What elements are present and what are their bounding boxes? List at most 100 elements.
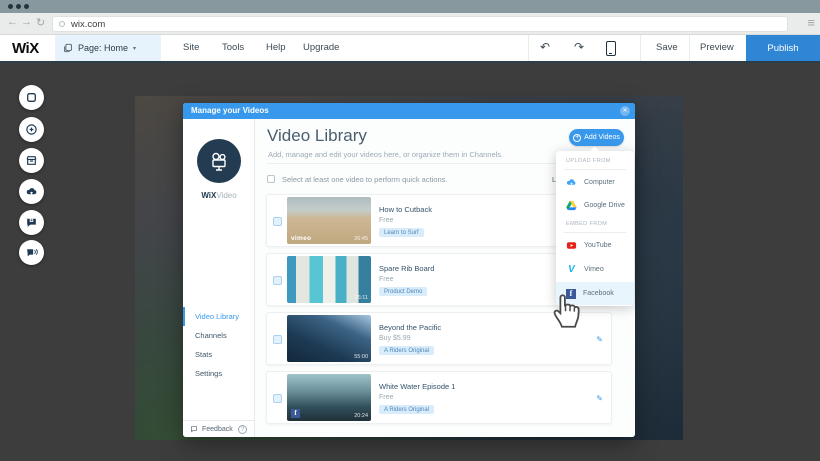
toolbar-separator (689, 35, 690, 61)
window-titlebar (0, 0, 820, 13)
video-badge: Product Demo (379, 287, 427, 296)
editor-toolbar: WiX Page: Home ▾ Site Tools Help Upgrade… (0, 35, 820, 63)
nav-channels[interactable]: Channels (183, 326, 255, 345)
back-icon[interactable]: ← (7, 16, 18, 28)
browser-toolbar: ← → ↻ wix.com ≡ (0, 13, 820, 35)
add-videos-label: Add Videos (584, 134, 620, 141)
upload-cloud-icon (25, 185, 38, 198)
youtube-icon (566, 240, 577, 251)
mobile-view-icon[interactable] (606, 41, 616, 56)
video-price: Buy $5.99 (379, 335, 411, 342)
add-videos-dropdown: UPLOAD FROM Computer Google Drive EMBED … (556, 151, 634, 306)
url-bar[interactable]: wix.com (52, 16, 788, 32)
upload-from-header: UPLOAD FROM (566, 158, 611, 164)
page-title: Video Library (267, 126, 367, 146)
video-thumbnail[interactable]: vimeo 26:45 (287, 197, 371, 244)
add-videos-button[interactable]: + Add Videos (569, 129, 624, 146)
help-icon[interactable]: ? (238, 425, 247, 434)
menu-upgrade[interactable]: Upgrade (303, 42, 339, 53)
google-drive-icon (566, 200, 577, 211)
select-all-checkbox[interactable] (267, 175, 275, 183)
pointer-cursor (549, 287, 585, 329)
video-price: Free (379, 394, 393, 401)
video-checkbox[interactable] (273, 217, 282, 226)
video-duration: 55:00 (354, 354, 368, 360)
video-badge: A Riders Original (379, 346, 434, 355)
dropdown-item-computer[interactable]: Computer (556, 171, 634, 194)
menu-site[interactable]: Site (183, 42, 199, 53)
video-title: Beyond the Pacific (379, 323, 441, 332)
dropdown-item-vimeo[interactable]: V Vimeo (556, 258, 634, 281)
chat-button[interactable] (19, 240, 44, 265)
pages-icon (63, 43, 73, 53)
plus-icon (25, 123, 38, 136)
video-thumbnail[interactable]: 26:11 (287, 256, 371, 303)
background-tool-button[interactable] (19, 85, 44, 110)
media-upload-button[interactable] (19, 179, 44, 204)
vimeo-icon: V (566, 264, 577, 275)
menu-tools[interactable]: Tools (222, 42, 244, 53)
dropdown-item-label: Computer (584, 179, 615, 186)
page-selector[interactable]: Page: Home ▾ (55, 35, 161, 61)
quick-actions-label: Select at least one video to perform qui… (282, 175, 448, 184)
divider (564, 169, 626, 170)
video-title: How to Cutback (379, 205, 432, 214)
menu-help[interactable]: Help (266, 42, 286, 53)
redo-icon[interactable]: ↷ (574, 40, 584, 54)
video-checkbox[interactable] (273, 394, 282, 403)
dropdown-item-label: Facebook (583, 290, 614, 297)
window-dot-icon[interactable] (16, 4, 21, 9)
feedback-button[interactable]: Feedback (202, 426, 233, 433)
page-subtitle: Add, manage and edit your videos here, o… (268, 150, 503, 159)
preview-button[interactable]: Preview (700, 42, 734, 53)
nav-stats[interactable]: Stats (183, 345, 255, 364)
window-dot-icon[interactable] (8, 4, 13, 9)
close-icon[interactable]: ✕ (620, 106, 630, 116)
nav-video-library[interactable]: Video Library (183, 307, 255, 326)
video-title: White Water Episode 1 (379, 382, 455, 391)
page-selector-label: Page: Home (78, 43, 128, 53)
edit-video-button[interactable]: ✎ (596, 335, 603, 344)
dropdown-item-google-drive[interactable]: Google Drive (556, 194, 634, 217)
wix-logo: WiX (12, 40, 39, 57)
browser-menu-icon[interactable]: ≡ (807, 15, 815, 30)
edit-video-button[interactable]: ✎ (596, 394, 603, 403)
embed-from-header: EMBED FROM (566, 221, 607, 227)
movie-camera-icon (207, 149, 231, 173)
vimeo-watermark: vimeo (291, 235, 311, 242)
modal-sidebar: WiXVideo Video Library Channels Stats Se… (183, 119, 255, 437)
screen: ← → ↻ wix.com ≡ WiX Page: Home ▾ Site To… (0, 0, 820, 461)
save-button[interactable]: Save (656, 42, 678, 53)
toolbar-separator (640, 35, 641, 61)
frame-icon (25, 91, 38, 104)
video-thumbnail[interactable]: f 20:24 (287, 374, 371, 421)
video-price: Free (379, 217, 393, 224)
dropdown-item-youtube[interactable]: YouTube (556, 234, 634, 257)
video-duration: 26:45 (354, 236, 368, 242)
app-market-button[interactable] (19, 148, 44, 173)
divider (564, 232, 626, 233)
chevron-down-icon: ▾ (133, 45, 136, 52)
brand-light: Video (216, 191, 236, 200)
brand-bold: WiX (201, 191, 216, 200)
plus-icon: + (573, 134, 581, 142)
blog-button[interactable]: B (19, 210, 44, 235)
forward-icon[interactable]: → (21, 16, 32, 28)
video-checkbox[interactable] (273, 276, 282, 285)
window-dot-icon[interactable] (24, 4, 29, 9)
refresh-icon[interactable]: ↻ (36, 16, 45, 29)
video-row[interactable]: f 20:24 White Water Episode 1 Free A Rid… (266, 371, 612, 424)
video-thumbnail[interactable]: 55:00 (287, 315, 371, 362)
url-text: wix.com (71, 19, 105, 30)
video-duration: 26:11 (355, 295, 368, 301)
video-checkbox[interactable] (273, 335, 282, 344)
dropdown-item-label: Vimeo (584, 266, 604, 273)
modal-sidebar-footer: Feedback ? (183, 420, 254, 437)
nav-settings[interactable]: Settings (183, 364, 255, 383)
add-element-button[interactable] (19, 117, 44, 142)
publish-button[interactable]: Publish (746, 35, 820, 61)
video-title: Spare Rib Board (379, 264, 434, 273)
dropdown-item-label: Google Drive (584, 202, 625, 209)
undo-icon[interactable]: ↶ (540, 40, 550, 54)
market-icon (25, 154, 38, 167)
